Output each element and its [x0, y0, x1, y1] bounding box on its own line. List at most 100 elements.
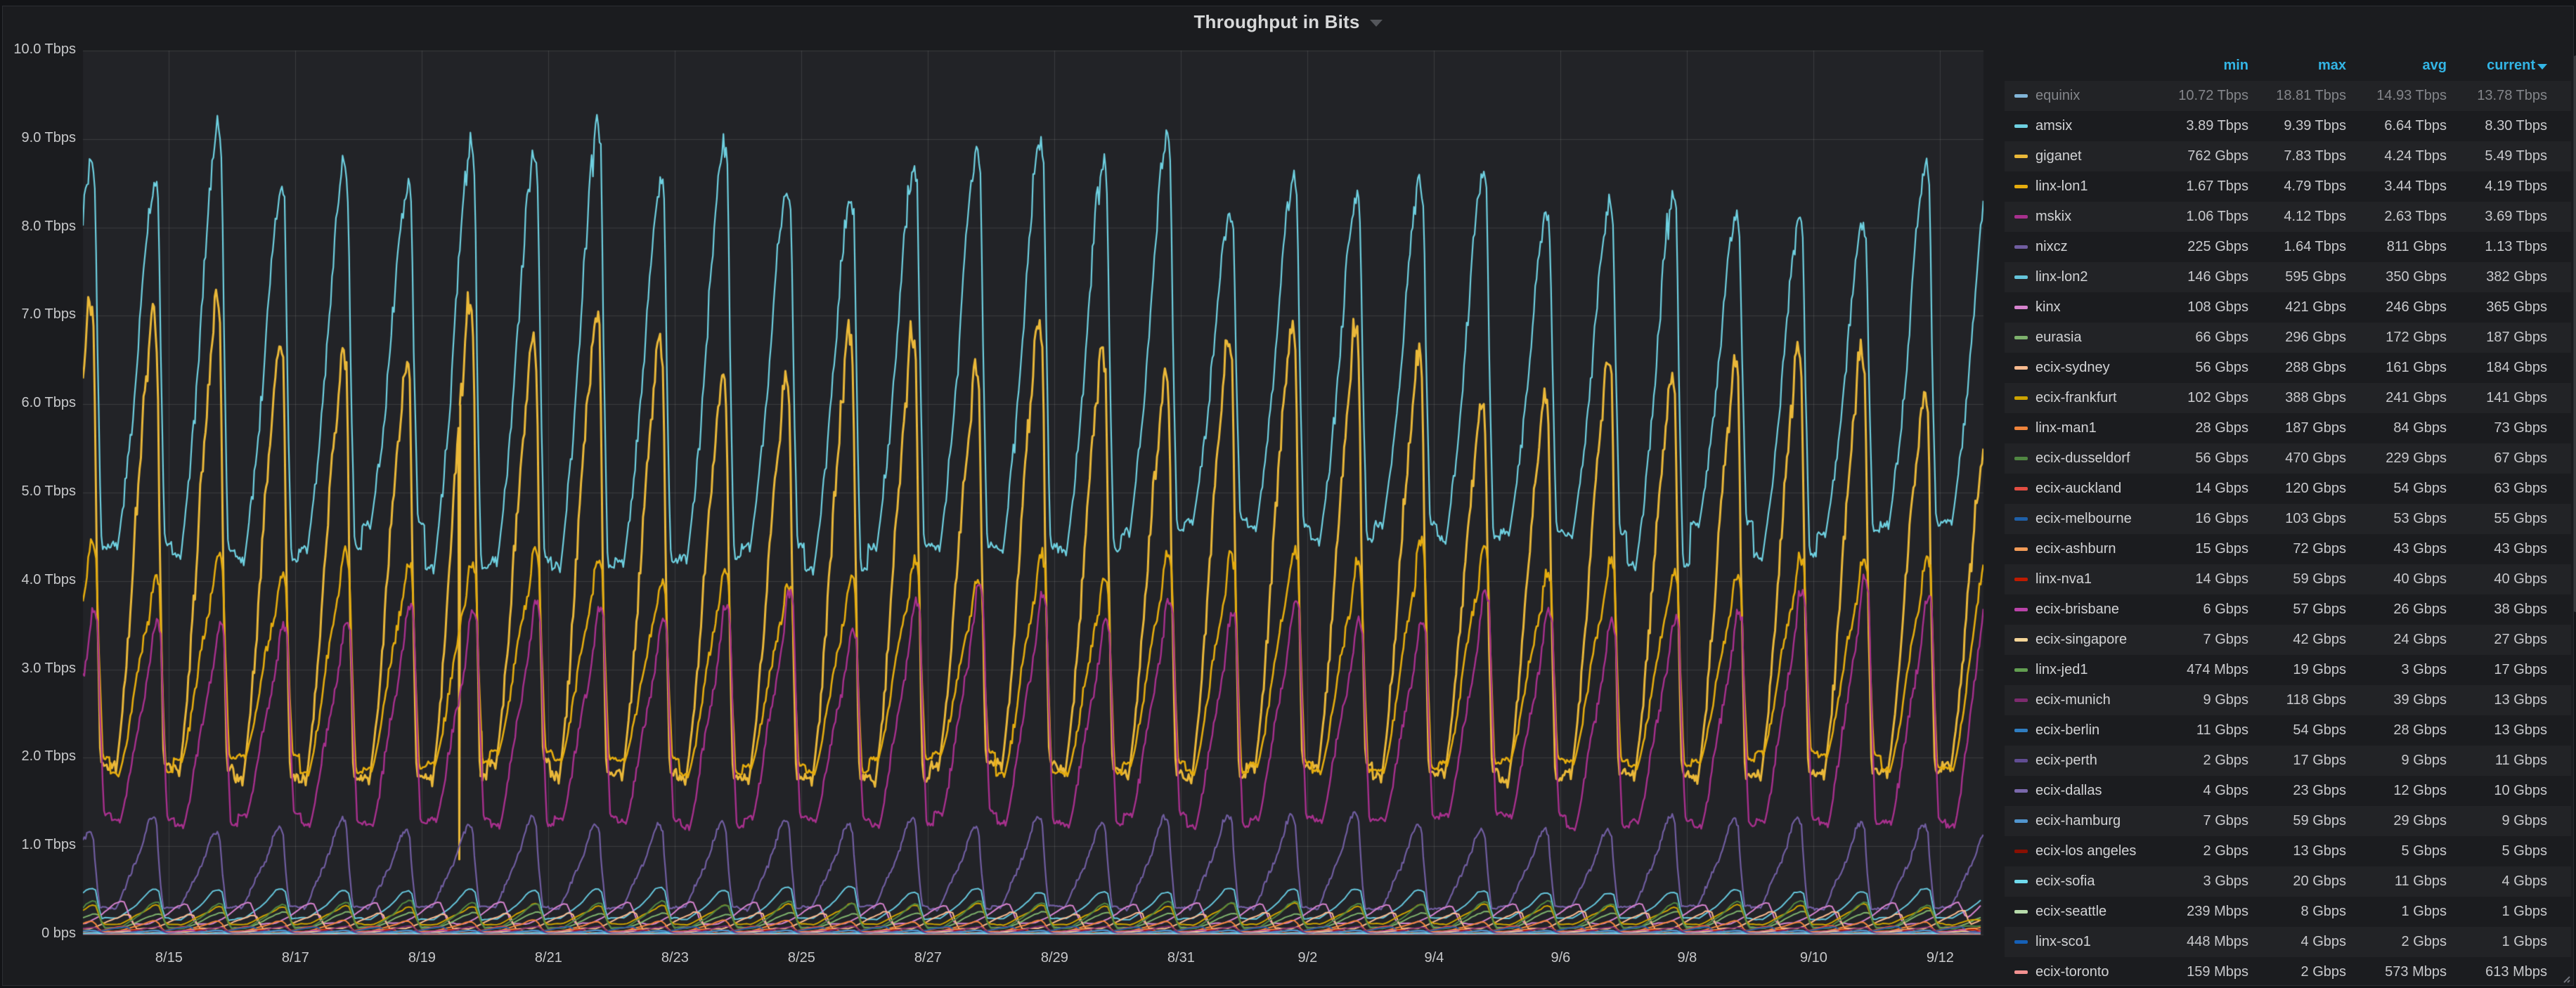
series-color-swatch[interactable] [2014, 759, 2028, 762]
legend-series-avg: 5 Gbps [2346, 843, 2447, 859]
legend-series-name[interactable]: ecix-melbourne [2035, 511, 2151, 527]
legend-scrollbar-thumb[interactable] [2573, 56, 2576, 612]
legend-series-name[interactable]: ecix-perth [2035, 753, 2151, 769]
legend-sort-current[interactable]: current [2447, 58, 2547, 74]
legend-series-name[interactable]: eurasia [2035, 330, 2151, 346]
legend-series-name[interactable]: ecix-sydney [2035, 360, 2151, 376]
legend-series-current: 11 Gbps [2447, 753, 2547, 769]
series-color-swatch[interactable] [2014, 457, 2028, 460]
legend-series-name[interactable]: ecix-los angeles [2035, 843, 2151, 859]
legend-series-name[interactable]: mskix [2035, 209, 2151, 225]
series-color-swatch[interactable] [2014, 698, 2028, 702]
panel-menu-caret-icon[interactable] [1370, 20, 1383, 27]
legend-series-avg: 9 Gbps [2346, 753, 2447, 769]
series-color-swatch[interactable] [2014, 819, 2028, 823]
series-color-swatch[interactable] [2014, 850, 2028, 853]
series-color-swatch[interactable] [2014, 215, 2028, 219]
legend-sort-avg[interactable]: avg [2346, 58, 2447, 74]
legend-series-name[interactable]: amsix [2035, 118, 2151, 134]
series-color-swatch[interactable] [2014, 336, 2028, 339]
panel-title[interactable]: Throughput in Bits [1193, 11, 1359, 33]
series-color-swatch[interactable] [2014, 578, 2028, 581]
series-color-swatch[interactable] [2014, 275, 2028, 279]
legend-row: ecix-berlin11 Gbps54 Gbps28 Gbps13 Gbps [2005, 715, 2571, 746]
legend-series-name[interactable]: linx-lon2 [2035, 269, 2151, 285]
series-color-swatch[interactable] [2014, 940, 2028, 944]
legend-row: ecix-hamburg7 Gbps59 Gbps29 Gbps9 Gbps [2005, 806, 2571, 836]
legend-series-name[interactable]: ecix-dusseldorf [2035, 450, 2151, 467]
legend-series-current: 13 Gbps [2447, 722, 2547, 739]
panel-resize-handle[interactable] [2560, 973, 2571, 984]
legend-series-name[interactable]: kinx [2035, 299, 2151, 316]
series-color-swatch[interactable] [2014, 185, 2028, 188]
legend-row: linx-man128 Gbps187 Gbps84 Gbps73 Gbps [2005, 413, 2571, 443]
legend-series-name[interactable]: ecix-berlin [2035, 722, 2151, 739]
legend-series-name[interactable]: linx-jed1 [2035, 662, 2151, 678]
x-axis-label: 8/31 [1142, 950, 1219, 966]
legend-series-max: 18.81 Tbps [2248, 88, 2346, 104]
legend-series-name[interactable]: giganet [2035, 148, 2151, 164]
legend-series-max: 59 Gbps [2248, 571, 2346, 587]
series-color-swatch[interactable] [2014, 366, 2028, 370]
legend-row: linx-lon2146 Gbps595 Gbps350 Gbps382 Gbp… [2005, 262, 2571, 292]
legend-series-name[interactable]: equinix [2035, 88, 2151, 104]
legend-series-min: 11 Gbps [2151, 722, 2248, 739]
legend-sort-label[interactable]: avg [2423, 58, 2447, 73]
legend-series-name[interactable]: linx-man1 [2035, 420, 2151, 436]
legend-series-max: 470 Gbps [2248, 450, 2346, 467]
legend-series-name[interactable]: ecix-sofia [2035, 873, 2151, 890]
series-color-swatch[interactable] [2014, 880, 2028, 883]
legend-series-name[interactable]: ecix-dallas [2035, 783, 2151, 799]
series-color-swatch[interactable] [2014, 124, 2028, 128]
legend-series-current: 3.69 Tbps [2447, 209, 2547, 225]
legend-sort-label[interactable]: min [2223, 58, 2248, 73]
series-color-swatch[interactable] [2014, 155, 2028, 158]
legend-series-name[interactable]: linx-nva1 [2035, 571, 2151, 587]
series-color-swatch[interactable] [2014, 547, 2028, 551]
series-color-swatch[interactable] [2014, 970, 2028, 974]
legend-sort-min[interactable]: min [2151, 58, 2248, 74]
legend-series-name[interactable]: ecix-hamburg [2035, 813, 2151, 829]
legend-series-current: 9 Gbps [2447, 813, 2547, 829]
legend-series-current: 43 Gbps [2447, 541, 2547, 557]
x-axis-label: 9/2 [1269, 950, 1346, 966]
legend-sort-max[interactable]: max [2248, 58, 2346, 74]
legend-series-min: 14 Gbps [2151, 481, 2248, 497]
series-color-swatch[interactable] [2014, 729, 2028, 732]
legend-header: min max avg current [2005, 50, 2571, 81]
legend-series-current: 365 Gbps [2447, 299, 2547, 316]
legend-series-avg: 1 Gbps [2346, 904, 2447, 920]
series-color-swatch[interactable] [2014, 487, 2028, 490]
legend-series-name[interactable]: ecix-auckland [2035, 481, 2151, 497]
series-color-swatch[interactable] [2014, 608, 2028, 611]
series-color-swatch[interactable] [2014, 396, 2028, 400]
legend-row: amsix3.89 Tbps9.39 Tbps6.64 Tbps8.30 Tbp… [2005, 111, 2571, 141]
legend-series-name[interactable]: ecix-frankfurt [2035, 390, 2151, 406]
legend-series-avg: 40 Gbps [2346, 571, 2447, 587]
legend-series-avg: 26 Gbps [2346, 602, 2447, 618]
legend-series-max: 103 Gbps [2248, 511, 2346, 527]
legend-series-name[interactable]: ecix-singapore [2035, 632, 2151, 648]
series-color-swatch[interactable] [2014, 245, 2028, 249]
legend-sort-label[interactable]: current [2487, 58, 2535, 73]
legend-series-name[interactable]: nixcz [2035, 239, 2151, 255]
series-color-swatch[interactable] [2014, 789, 2028, 793]
series-color-swatch[interactable] [2014, 910, 2028, 914]
legend-series-name[interactable]: linx-sco1 [2035, 934, 2151, 950]
series-color-swatch[interactable] [2014, 306, 2028, 309]
series-color-swatch[interactable] [2014, 638, 2028, 642]
series-color-swatch[interactable] [2014, 668, 2028, 672]
series-color-swatch[interactable] [2014, 517, 2028, 521]
panel-header[interactable]: Throughput in Bits [0, 7, 2576, 37]
series-color-swatch[interactable] [2014, 427, 2028, 430]
legend-series-name[interactable]: ecix-seattle [2035, 904, 2151, 920]
legend-row: equinix10.72 Tbps18.81 Tbps14.93 Tbps13.… [2005, 81, 2571, 111]
legend-series-name[interactable]: ecix-ashburn [2035, 541, 2151, 557]
series-color-swatch[interactable] [2014, 94, 2028, 98]
legend-series-min: 146 Gbps [2151, 269, 2248, 285]
legend-series-name[interactable]: ecix-munich [2035, 692, 2151, 708]
legend-sort-label[interactable]: max [2318, 58, 2346, 73]
legend-series-name[interactable]: ecix-brisbane [2035, 602, 2151, 618]
legend-series-name[interactable]: linx-lon1 [2035, 178, 2151, 195]
legend-series-name[interactable]: ecix-toronto [2035, 964, 2151, 980]
